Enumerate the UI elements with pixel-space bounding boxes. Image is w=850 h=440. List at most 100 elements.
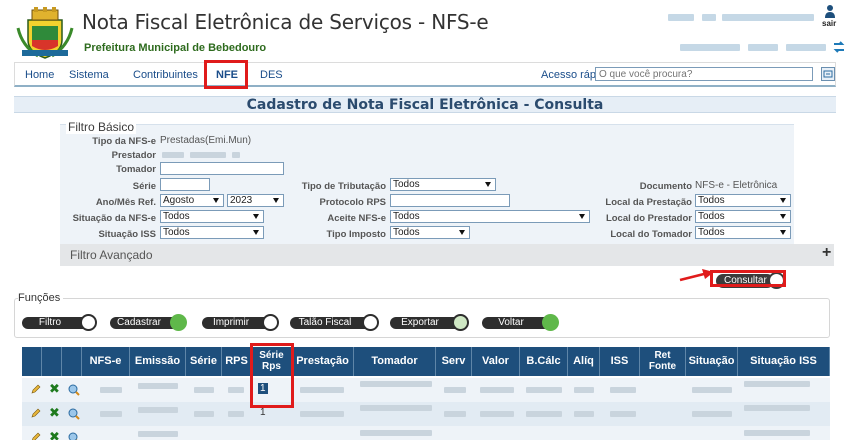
cell-blur <box>480 387 514 393</box>
aceite-nfse-label: Aceite NFS-e <box>327 213 386 224</box>
cell-blur <box>526 387 562 393</box>
cell-blur <box>574 387 594 393</box>
quick-access-input[interactable] <box>595 67 813 81</box>
cell-blur <box>610 387 636 393</box>
advanced-filter-bar[interactable] <box>60 244 834 266</box>
chevron-down-icon <box>253 230 259 235</box>
exportar-button[interactable]: Exportar <box>390 314 469 331</box>
view-magnifier-icon[interactable] <box>68 408 80 420</box>
column-header-emissao[interactable]: Emissão <box>130 347 186 376</box>
imprimir-button[interactable]: Imprimir <box>202 314 279 331</box>
talao-fiscal-label: Talão Fiscal <box>298 317 352 328</box>
exportar-label: Exportar <box>401 317 439 328</box>
tipo-imposto-value: Todos <box>393 227 420 238</box>
nav-home[interactable]: Home <box>25 69 54 81</box>
tipo-tributacao-select[interactable]: Todos <box>390 178 496 191</box>
serie-rps-value[interactable]: 1 <box>260 407 266 418</box>
aceite-nfse-select[interactable]: Todos <box>390 210 590 223</box>
exit-button[interactable]: sair <box>816 4 842 32</box>
cell-blur <box>744 430 810 436</box>
consultar-highlight-box <box>710 270 786 287</box>
ano-select[interactable]: 2023 <box>227 194 284 207</box>
receipt-icon <box>362 314 379 331</box>
prestador-value-blur <box>190 152 226 158</box>
quick-access-go-button[interactable] <box>821 67 835 81</box>
cell-blur <box>360 405 432 411</box>
cell-blur <box>692 387 732 393</box>
edit-icon[interactable] <box>30 432 41 440</box>
cell-blur <box>610 411 636 417</box>
tipo-imposto-select[interactable]: Todos <box>390 226 470 239</box>
protocolo-rps-input[interactable] <box>390 194 510 207</box>
expand-plus-icon[interactable]: + <box>822 244 831 262</box>
column-header-nfse[interactable]: NFS-e <box>82 347 130 376</box>
situacao-iss-select[interactable]: Todos <box>160 226 264 239</box>
app-header: Nota Fiscal Eletrônica de Serviços - NFS… <box>0 0 850 62</box>
chevron-down-icon <box>579 214 585 219</box>
talao-fiscal-button[interactable]: Talão Fiscal <box>290 314 379 331</box>
cell-blur <box>574 411 594 417</box>
serie-label: Série <box>132 181 156 192</box>
column-header-tomador[interactable]: Tomador <box>354 347 436 376</box>
local-prestacao-select[interactable]: Todos <box>695 194 791 207</box>
chevron-down-icon <box>485 182 491 187</box>
nav-sistema[interactable]: Sistema <box>69 69 109 81</box>
serie-rps-highlight-box <box>250 343 294 408</box>
cell-blur <box>228 411 244 417</box>
cell-blur <box>360 430 432 436</box>
local-prestador-value: Todos <box>698 211 725 222</box>
search-icon <box>80 314 97 331</box>
column-header-iss[interactable]: ISS <box>600 347 640 376</box>
local-prestador-select[interactable]: Todos <box>695 210 791 223</box>
column-header-rps[interactable]: RPS <box>222 347 252 376</box>
advanced-filter-label[interactable]: Filtro Avançado <box>70 248 153 262</box>
tipo-nfse-value: Prestadas(Emi.Mun) <box>160 135 252 146</box>
company-info-blur <box>680 44 740 51</box>
column-header-aliq[interactable]: Alíq <box>568 347 600 376</box>
nav-des[interactable]: DES <box>260 69 283 81</box>
local-tomador-select[interactable]: Todos <box>695 226 791 239</box>
municipal-crest-logo <box>16 7 74 59</box>
documento-label: Documento <box>639 181 692 192</box>
exit-label: sair <box>822 19 837 28</box>
cell-blur <box>100 387 122 393</box>
view-magnifier-icon[interactable] <box>68 384 80 396</box>
cadastrar-button[interactable]: Cadastrar <box>110 314 187 331</box>
column-header-situacao[interactable]: Situação <box>686 347 738 376</box>
column-header-bcalc[interactable]: B.Cálc <box>520 347 568 376</box>
tipo-imposto-label: Tipo Imposto <box>326 229 386 240</box>
column-header-serv[interactable]: Serv <box>436 347 472 376</box>
back-arrow-icon <box>542 314 559 331</box>
prestador-label: Prestador <box>111 150 156 161</box>
cell-blur <box>692 411 732 417</box>
column-header-situacao-iss[interactable]: Situação ISS <box>738 347 830 376</box>
mes-select-value: Agosto <box>163 195 195 206</box>
cancel-icon[interactable]: ✖ <box>49 405 60 421</box>
cancel-icon[interactable]: ✖ <box>49 429 60 440</box>
voltar-label: Voltar <box>498 317 524 328</box>
view-magnifier-icon[interactable] <box>68 432 80 440</box>
edit-icon[interactable] <box>30 408 41 419</box>
serie-input[interactable] <box>160 178 210 191</box>
cell-blur <box>138 383 178 389</box>
export-icon <box>452 314 469 331</box>
user-info-blur <box>702 14 716 21</box>
column-header-valor[interactable]: Valor <box>472 347 520 376</box>
chevron-down-icon <box>459 230 465 235</box>
mes-select[interactable]: Agosto <box>160 194 224 207</box>
column-header-serie[interactable]: Série <box>186 347 222 376</box>
column-header-prestacao[interactable]: Prestação <box>292 347 354 376</box>
situacao-nfse-value: Todos <box>163 211 190 222</box>
nav-contribuintes[interactable]: Contribuintes <box>133 69 198 81</box>
situacao-nfse-select[interactable]: Todos <box>160 210 264 223</box>
edit-icon[interactable] <box>30 384 41 395</box>
voltar-button[interactable]: Voltar <box>482 314 559 331</box>
cancel-icon[interactable]: ✖ <box>49 381 60 397</box>
filtro-button[interactable]: Filtro <box>22 314 97 331</box>
swap-company-icon[interactable] <box>832 40 846 54</box>
app-title: Nota Fiscal Eletrônica de Serviços - NFS… <box>82 10 489 34</box>
situacao-iss-label: Situação ISS <box>98 229 156 240</box>
company-info-blur <box>748 44 778 51</box>
column-header-ret-fonte[interactable]: Ret Fonte <box>640 347 686 376</box>
tomador-input[interactable] <box>160 162 284 175</box>
